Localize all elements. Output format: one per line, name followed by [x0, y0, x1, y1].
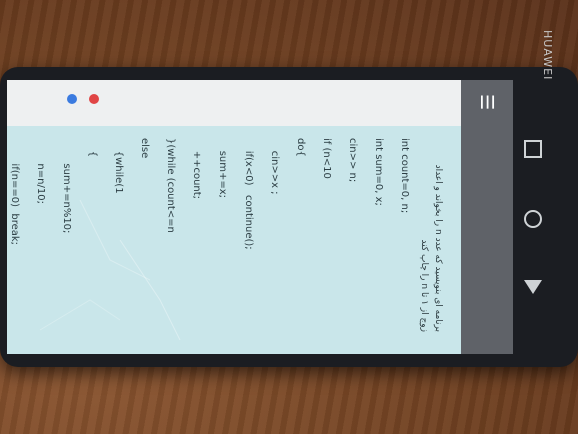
- back-button[interactable]: [524, 280, 542, 294]
- red-dot: [89, 94, 99, 104]
- code-panel: برنامه ای بنویسید که عدد n را بخواند و ا…: [7, 126, 461, 354]
- code-block: int count=0, n; int sum=0, x; cin>> n; if (…: [7, 138, 417, 342]
- code-line: if (n<10: [321, 138, 332, 179]
- code-line: do{: [295, 138, 306, 157]
- brand-label: HUAWEI: [541, 30, 554, 81]
- code-line: n=n/10;: [35, 138, 46, 204]
- content-area: برنامه ای بنویسید که عدد n را بخواند و ا…: [7, 80, 461, 354]
- code-line: else: [139, 138, 150, 159]
- navigation-bar: [524, 140, 542, 294]
- code-line: {while(1: [113, 138, 124, 194]
- home-button[interactable]: [524, 210, 542, 228]
- code-line: int sum=0, x;: [373, 138, 384, 206]
- code-line: ++count;: [191, 138, 202, 200]
- code-line: cin>>x ;: [269, 138, 280, 195]
- blue-dot: [67, 94, 77, 104]
- colored-dots: [67, 94, 99, 104]
- side-panel: [7, 80, 461, 126]
- code-line: }(while (count<=n: [165, 138, 176, 233]
- hamburger-icon[interactable]: ☰: [477, 94, 498, 110]
- code-line: if(x<0) continue();: [243, 138, 254, 250]
- code-line: sum+=x;: [217, 138, 228, 199]
- code-line: if(n==0) break;: [9, 138, 20, 246]
- code-line: sum+=n%10;: [61, 138, 72, 234]
- top-bar: ☰: [461, 80, 513, 354]
- question-text: برنامه ای بنویسید که عدد n را بخواند و ا…: [419, 164, 443, 332]
- rotated-screen-content: ☰ برنامه ای بنویسید که عدد n را بخواند و…: [7, 80, 513, 354]
- code-line: {: [87, 138, 98, 158]
- code-line: cin>> n;: [347, 138, 358, 183]
- phone-screen: ☰ برنامه ای بنویسید که عدد n را بخواند و…: [7, 80, 513, 354]
- recent-apps-button[interactable]: [524, 140, 542, 158]
- code-line: int count=0, n;: [399, 138, 410, 214]
